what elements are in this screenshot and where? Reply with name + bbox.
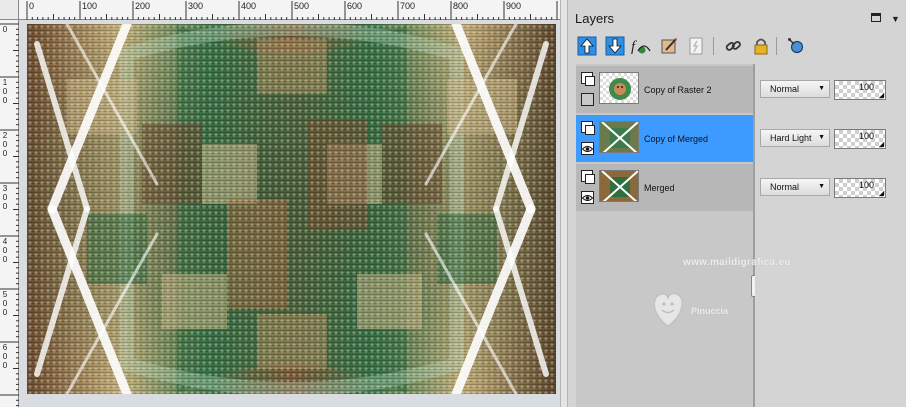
- ruler-label: 200: [1, 132, 9, 159]
- ruler-label: 0: [29, 1, 35, 11]
- toolbar-separator: [713, 37, 714, 55]
- palette-title: Layers: [575, 11, 615, 26]
- blend-mode-value: Hard Light: [770, 133, 812, 143]
- opacity-value: 100: [858, 131, 874, 141]
- horizontal-ruler[interactable]: 0 100 200 300 400 500 600 700 800 900: [19, 0, 560, 20]
- ruler-label-digit: 0: [2, 96, 8, 105]
- ruler-label: 200: [135, 1, 151, 11]
- blend-mode-select[interactable]: Hard Light ▼: [760, 129, 830, 147]
- watermark-url: www.maildigrafica.eu: [683, 257, 791, 268]
- ruler-label: 0: [1, 26, 9, 35]
- lock-icon[interactable]: [750, 35, 772, 57]
- opacity-field[interactable]: 100: [834, 80, 886, 100]
- ruler-label: 100: [82, 1, 98, 11]
- opacity-field[interactable]: 100: [834, 129, 886, 149]
- ruler-label-digit: 0: [2, 25, 8, 34]
- svg-text:f: f: [631, 39, 637, 55]
- blend-mode-select[interactable]: Normal ▼: [760, 80, 830, 98]
- eye-icon[interactable]: [581, 191, 594, 204]
- layer-styles-icon[interactable]: f: [630, 35, 652, 57]
- layer-props-row: Normal ▼ 100: [755, 164, 906, 211]
- ruler-label-digit: 0: [2, 308, 8, 317]
- ruler-label: 500: [294, 1, 310, 11]
- layer-type-icon: [581, 121, 595, 135]
- ruler-label: 600: [1, 344, 9, 371]
- image-canvas[interactable]: [27, 24, 556, 394]
- layer-thumbnail: [599, 72, 639, 104]
- layer-props-row: Normal ▼ 100: [755, 66, 906, 113]
- app-window: 0 100 200 300 400 500 600 700 800 900 01002003004…: [0, 0, 906, 407]
- ruler-label: 300: [1, 185, 9, 212]
- properties-icon[interactable]: [685, 35, 707, 57]
- eye-icon[interactable]: [581, 142, 594, 155]
- palette-menu-arrow-icon[interactable]: ▼: [891, 14, 900, 24]
- ruler-corner: [0, 0, 19, 20]
- ruler-label: 700: [400, 1, 416, 11]
- layer-name[interactable]: Copy of Raster 2: [644, 85, 712, 95]
- link-icon[interactable]: [722, 35, 744, 57]
- opacity-value: 100: [858, 180, 874, 190]
- move-layer-up-icon[interactable]: [576, 35, 598, 57]
- layer-thumbnail: [599, 170, 639, 202]
- panel-splitter[interactable]: [560, 0, 568, 407]
- ruler-label: 500: [1, 291, 9, 318]
- ruler-label-digit: 0: [2, 361, 8, 370]
- ruler-label: 800: [453, 1, 469, 11]
- vertical-ruler[interactable]: 0100200300400500600: [0, 20, 19, 407]
- ruler-label: 300: [188, 1, 204, 11]
- ruler-label: 100: [1, 79, 9, 106]
- blend-mode-select[interactable]: Normal ▼: [760, 178, 830, 196]
- layers-palette: Layers ▼ f Copy of Raster 2 Copy of Merg…: [568, 0, 906, 407]
- layer-row-copy-of-raster-2[interactable]: Copy of Raster 2: [576, 66, 753, 113]
- dropdown-arrow-icon: ▼: [818, 85, 825, 92]
- lasso-icon[interactable]: [785, 35, 807, 57]
- layer-thumbnail: [599, 121, 639, 153]
- blend-mode-value: Normal: [770, 182, 800, 192]
- edit-selection-icon[interactable]: [658, 35, 680, 57]
- horizontal-ruler-ticks: [26, 1, 558, 20]
- blend-mode-value: Normal: [770, 84, 800, 94]
- canvas-area[interactable]: 0 100 200 300 400 500 600 700 800 900 01002003004…: [0, 0, 560, 407]
- layer-row-merged[interactable]: Merged: [576, 164, 753, 211]
- dropdown-arrow-icon: ▼: [818, 183, 825, 190]
- maximize-icon[interactable]: [871, 13, 881, 22]
- layer-name[interactable]: Merged: [644, 183, 675, 193]
- layers-list: Copy of Raster 2 Copy of Merged Merged P…: [576, 64, 753, 407]
- ruler-label-digit: 0: [2, 149, 8, 158]
- toolbar-separator: [776, 37, 777, 55]
- ruler-label: 400: [241, 1, 257, 11]
- opacity-value: 100: [858, 82, 874, 92]
- layer-name[interactable]: Copy of Merged: [644, 134, 708, 144]
- ruler-label-digit: 0: [2, 202, 8, 211]
- ruler-label: 600: [347, 1, 363, 11]
- layer-properties: Normal ▼ 100 Hard Light ▼ 100 Normal ▼ 1…: [755, 64, 906, 407]
- opacity-field[interactable]: 100: [834, 178, 886, 198]
- move-layer-down-icon[interactable]: [604, 35, 626, 57]
- ruler-label: 900: [506, 1, 522, 11]
- layer-type-icon: [581, 170, 595, 184]
- ruler-label-digit: 0: [2, 255, 8, 264]
- watermark-name: Pinuccia: [691, 306, 729, 316]
- ruler-label: 400: [1, 238, 9, 265]
- layer-type-icon: [581, 72, 595, 86]
- dropdown-arrow-icon: ▼: [818, 134, 825, 141]
- visibility-toggle-off[interactable]: [581, 93, 594, 106]
- layer-row-copy-of-merged[interactable]: Copy of Merged: [576, 115, 753, 162]
- layer-props-row: Hard Light ▼ 100: [755, 115, 906, 162]
